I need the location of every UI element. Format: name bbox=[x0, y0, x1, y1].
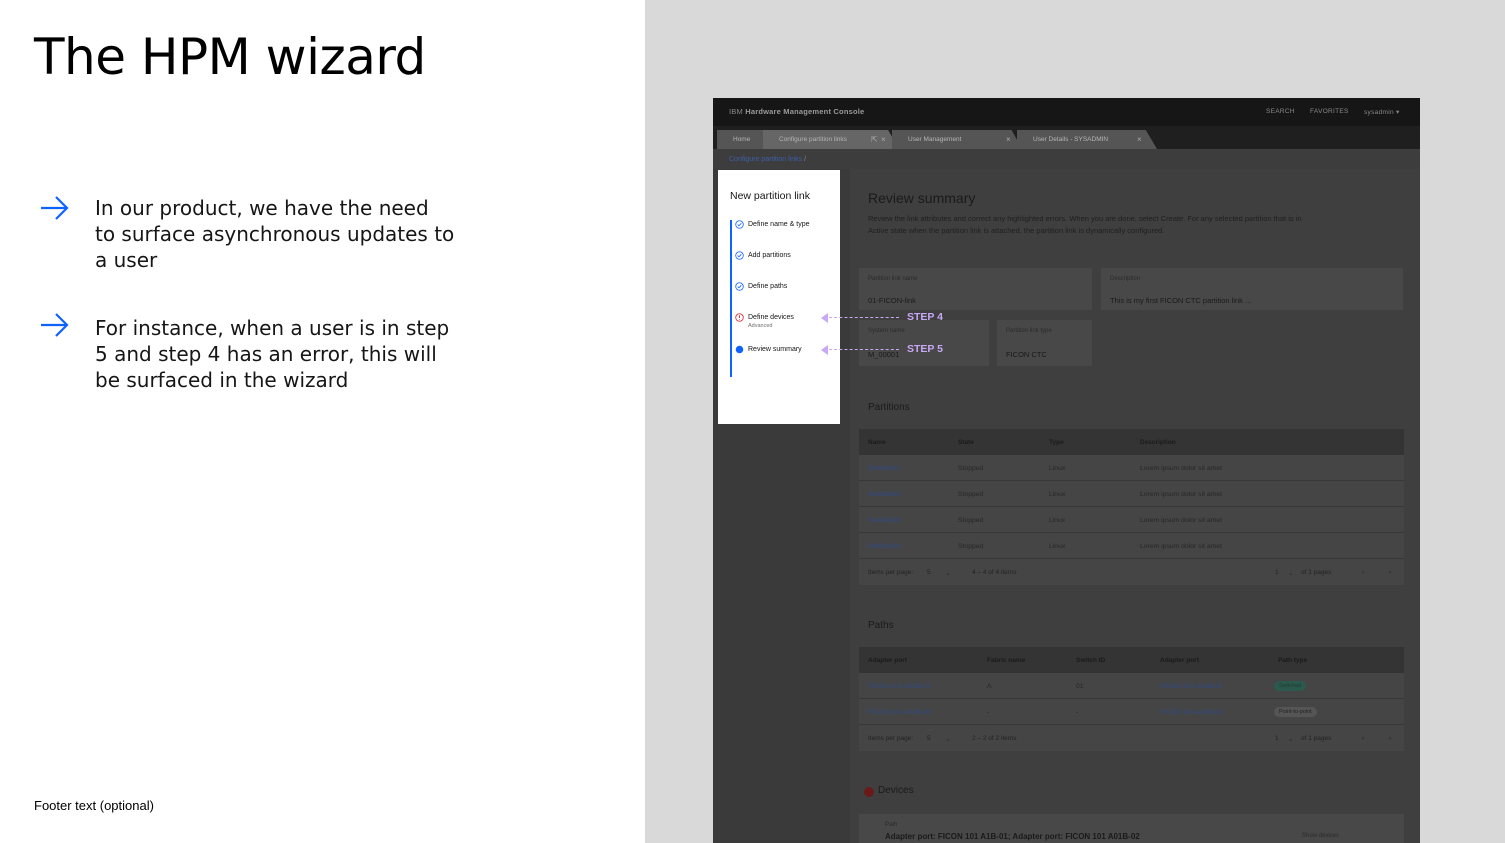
paths-heading: Paths bbox=[868, 620, 894, 631]
wizard-step-add-partitions[interactable]: Add partitions bbox=[735, 251, 840, 271]
table-header: Name State Type Description bbox=[859, 429, 1404, 455]
table-header: Adapter port Fabric name Switch ID Adapt… bbox=[859, 647, 1404, 673]
devices-path-row[interactable]: Path Adapter port: FICON 101 A1B-01; Ada… bbox=[859, 814, 1404, 843]
table-row[interactable]: Partition01 Stopped Linux Lorem ipsum do… bbox=[859, 455, 1404, 481]
review-description: Review the link attributes and correct a… bbox=[868, 214, 1302, 235]
arrow-left-icon bbox=[821, 345, 828, 355]
bullet-2: For instance, when a user is in step 5 a… bbox=[38, 311, 458, 392]
devices-heading: Devices bbox=[878, 785, 914, 796]
close-icon[interactable]: × bbox=[881, 135, 886, 144]
progress-line bbox=[730, 220, 732, 377]
error-icon bbox=[864, 787, 874, 797]
table-row[interactable]: Partition04 Stopped Linux Lorem ipsum do… bbox=[859, 533, 1404, 559]
table-row[interactable]: Partition03 Stopped Linux Lorem ipsum do… bbox=[859, 507, 1404, 533]
chevron-down-icon[interactable]: ⌄ bbox=[1288, 735, 1293, 743]
table-row[interactable]: Partition02 Stopped Linux Lorem ipsum do… bbox=[859, 481, 1404, 507]
arrow-right-icon bbox=[41, 313, 69, 337]
slide-title: The HPM wizard bbox=[34, 28, 426, 86]
tab-user-management[interactable]: User Management × bbox=[892, 130, 1022, 149]
field-link-type: Partition link type FICON CTC bbox=[997, 320, 1092, 366]
page-select[interactable]: 1 bbox=[1275, 735, 1279, 742]
items-per-page-select[interactable]: 5 bbox=[927, 569, 931, 576]
show-devices-button[interactable]: Show devices bbox=[1302, 833, 1339, 839]
bullet-1: In our product, we have the need to surf… bbox=[38, 194, 458, 272]
chevron-down-icon[interactable]: ⌄ bbox=[1288, 569, 1293, 577]
user-menu[interactable]: sysadmin ▾ bbox=[1364, 108, 1400, 116]
bullet-text: In our product, we have the need to surf… bbox=[95, 196, 455, 272]
warning-circle-icon bbox=[735, 313, 744, 322]
arrow-right-icon bbox=[41, 196, 69, 220]
field-description: Description This is my first FICON CTC p… bbox=[1101, 268, 1403, 310]
chevron-down-icon[interactable]: ⌄ bbox=[945, 569, 950, 577]
partitions-table: Name State Type Description Partition01 … bbox=[859, 429, 1404, 585]
checkmark-circle-icon bbox=[735, 220, 744, 229]
close-icon[interactable]: × bbox=[1137, 135, 1142, 144]
previous-page-icon[interactable]: ‹ bbox=[1362, 735, 1364, 742]
wizard-title: New partition link bbox=[730, 190, 810, 202]
tab-configure-partition-links[interactable]: Configure partition links ⇱ × bbox=[763, 130, 899, 149]
breadcrumb: Configure partition links / bbox=[729, 156, 807, 163]
breadcrumb-link[interactable]: Configure partition links bbox=[729, 156, 802, 163]
wizard-progress-card: New partition link Define name & type Ad… bbox=[718, 170, 840, 424]
footer-text: Footer text (optional) bbox=[34, 798, 154, 813]
current-step-icon bbox=[735, 345, 744, 354]
table-pagination: Items per page: 5 ⌄ 2 – 2 of 2 items 1 ⌄… bbox=[859, 725, 1404, 751]
tab-user-details[interactable]: User Details - SYSADMIN × bbox=[1017, 130, 1157, 149]
next-page-icon[interactable]: › bbox=[1389, 569, 1391, 576]
app-brand: IBM Hardware Management Console bbox=[729, 107, 865, 116]
table-pagination: Items per page: 5 ⌄ 4 – 4 of 4 items 1 ⌄… bbox=[859, 559, 1404, 585]
close-icon[interactable]: × bbox=[1006, 135, 1011, 144]
next-page-icon[interactable]: › bbox=[1389, 735, 1391, 742]
popout-icon[interactable]: ⇱ bbox=[871, 135, 878, 144]
items-per-page-select[interactable]: 5 bbox=[927, 735, 931, 742]
bullet-text: For instance, when a user is in step 5 a… bbox=[95, 316, 450, 392]
status-badge: Switched bbox=[1274, 681, 1307, 691]
arrow-left-icon bbox=[821, 313, 828, 323]
checkmark-circle-icon bbox=[735, 282, 744, 291]
wizard-step-define-paths[interactable]: Define paths bbox=[735, 282, 840, 302]
table-row[interactable]: FICON 101 A01B-01 A 01 FICON 101 A01B-02… bbox=[859, 673, 1404, 699]
checkmark-circle-icon bbox=[735, 251, 744, 260]
page-select[interactable]: 1 bbox=[1275, 569, 1279, 576]
favorites-link[interactable]: FAVORITES bbox=[1310, 108, 1349, 115]
paths-table: Adapter port Fabric name Switch ID Adapt… bbox=[859, 647, 1404, 751]
wizard-step-define-name-type[interactable]: Define name & type bbox=[735, 220, 840, 240]
tab-bar: Home Configure partition links ⇱ × User … bbox=[713, 126, 1420, 149]
review-title: Review summary bbox=[868, 190, 976, 206]
partitions-heading: Partitions bbox=[868, 402, 910, 413]
table-row[interactable]: FICON 101 A01B-03 - - FICON 101 A01B-04 … bbox=[859, 699, 1404, 725]
app-header: IBM Hardware Management Console SEARCH F… bbox=[713, 98, 1420, 126]
chevron-down-icon[interactable]: ⌄ bbox=[945, 735, 950, 743]
status-badge: Point-to-point bbox=[1274, 707, 1317, 717]
previous-page-icon[interactable]: ‹ bbox=[1362, 569, 1364, 576]
search-link[interactable]: SEARCH bbox=[1266, 108, 1295, 115]
field-link-name: Partition link name 01-FICON-link bbox=[859, 268, 1092, 310]
